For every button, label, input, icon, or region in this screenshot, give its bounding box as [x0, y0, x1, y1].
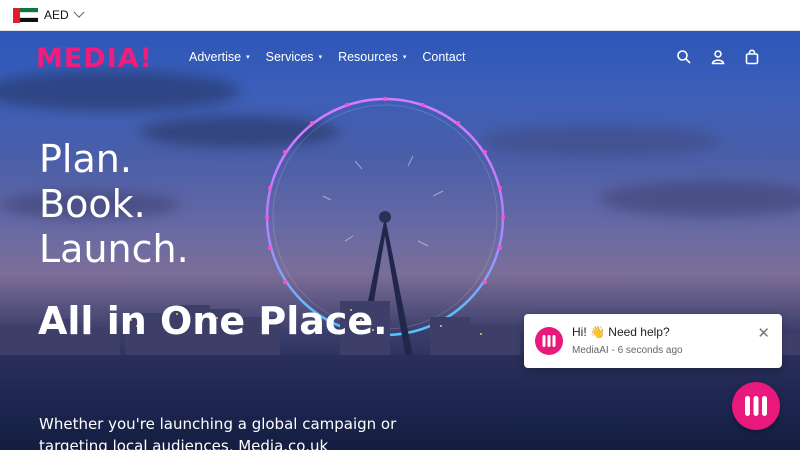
hero-headline: All in One Place.: [38, 299, 388, 343]
caret-down-icon: ▾: [246, 54, 250, 61]
hero-line-plan: Plan.: [39, 137, 132, 181]
nav-item-advertise[interactable]: Advertise ▾: [189, 50, 250, 64]
caret-down-icon: ▾: [402, 54, 407, 61]
main-navigation: MEDIA! Advertise ▾ Services ▾ Resources ▾ C…: [0, 31, 800, 85]
chat-message: Hi! 👋 Need help?: [572, 325, 670, 339]
caret-down-icon: ▾: [318, 54, 323, 61]
nav-item-services[interactable]: Services ▾: [266, 50, 322, 64]
account-icon[interactable]: [710, 49, 726, 65]
nav-menu: Advertise ▾ Services ▾ Resources ▾ Contact: [189, 50, 481, 64]
chat-popup[interactable]: Hi! 👋 Need help? MediaAI - 6 seconds ago…: [524, 314, 782, 368]
media-logo[interactable]: MEDIA!: [36, 45, 153, 73]
nav-item-contact[interactable]: Contact: [422, 50, 465, 64]
chat-launcher-button[interactable]: [732, 382, 780, 430]
media-ai-avatar: [535, 327, 563, 355]
chat-meta: MediaAI - 6 seconds ago: [572, 345, 683, 356]
search-icon[interactable]: [676, 49, 692, 65]
hero-line-book: Book.: [39, 182, 146, 226]
currency-selector[interactable]: AED: [44, 8, 69, 22]
chevron-down-icon[interactable]: [73, 6, 85, 18]
cart-icon[interactable]: [744, 49, 760, 65]
nav-item-resources[interactable]: Resources ▾: [338, 50, 406, 64]
hero-line-launch: Launch.: [39, 227, 189, 271]
currency-bar: AED: [0, 0, 800, 31]
uae-flag-icon[interactable]: [13, 7, 38, 23]
hero-subtext: Whether you're launching a global campai…: [39, 415, 397, 450]
close-icon[interactable]: ✕: [757, 326, 770, 341]
nav-icons: [676, 49, 760, 65]
